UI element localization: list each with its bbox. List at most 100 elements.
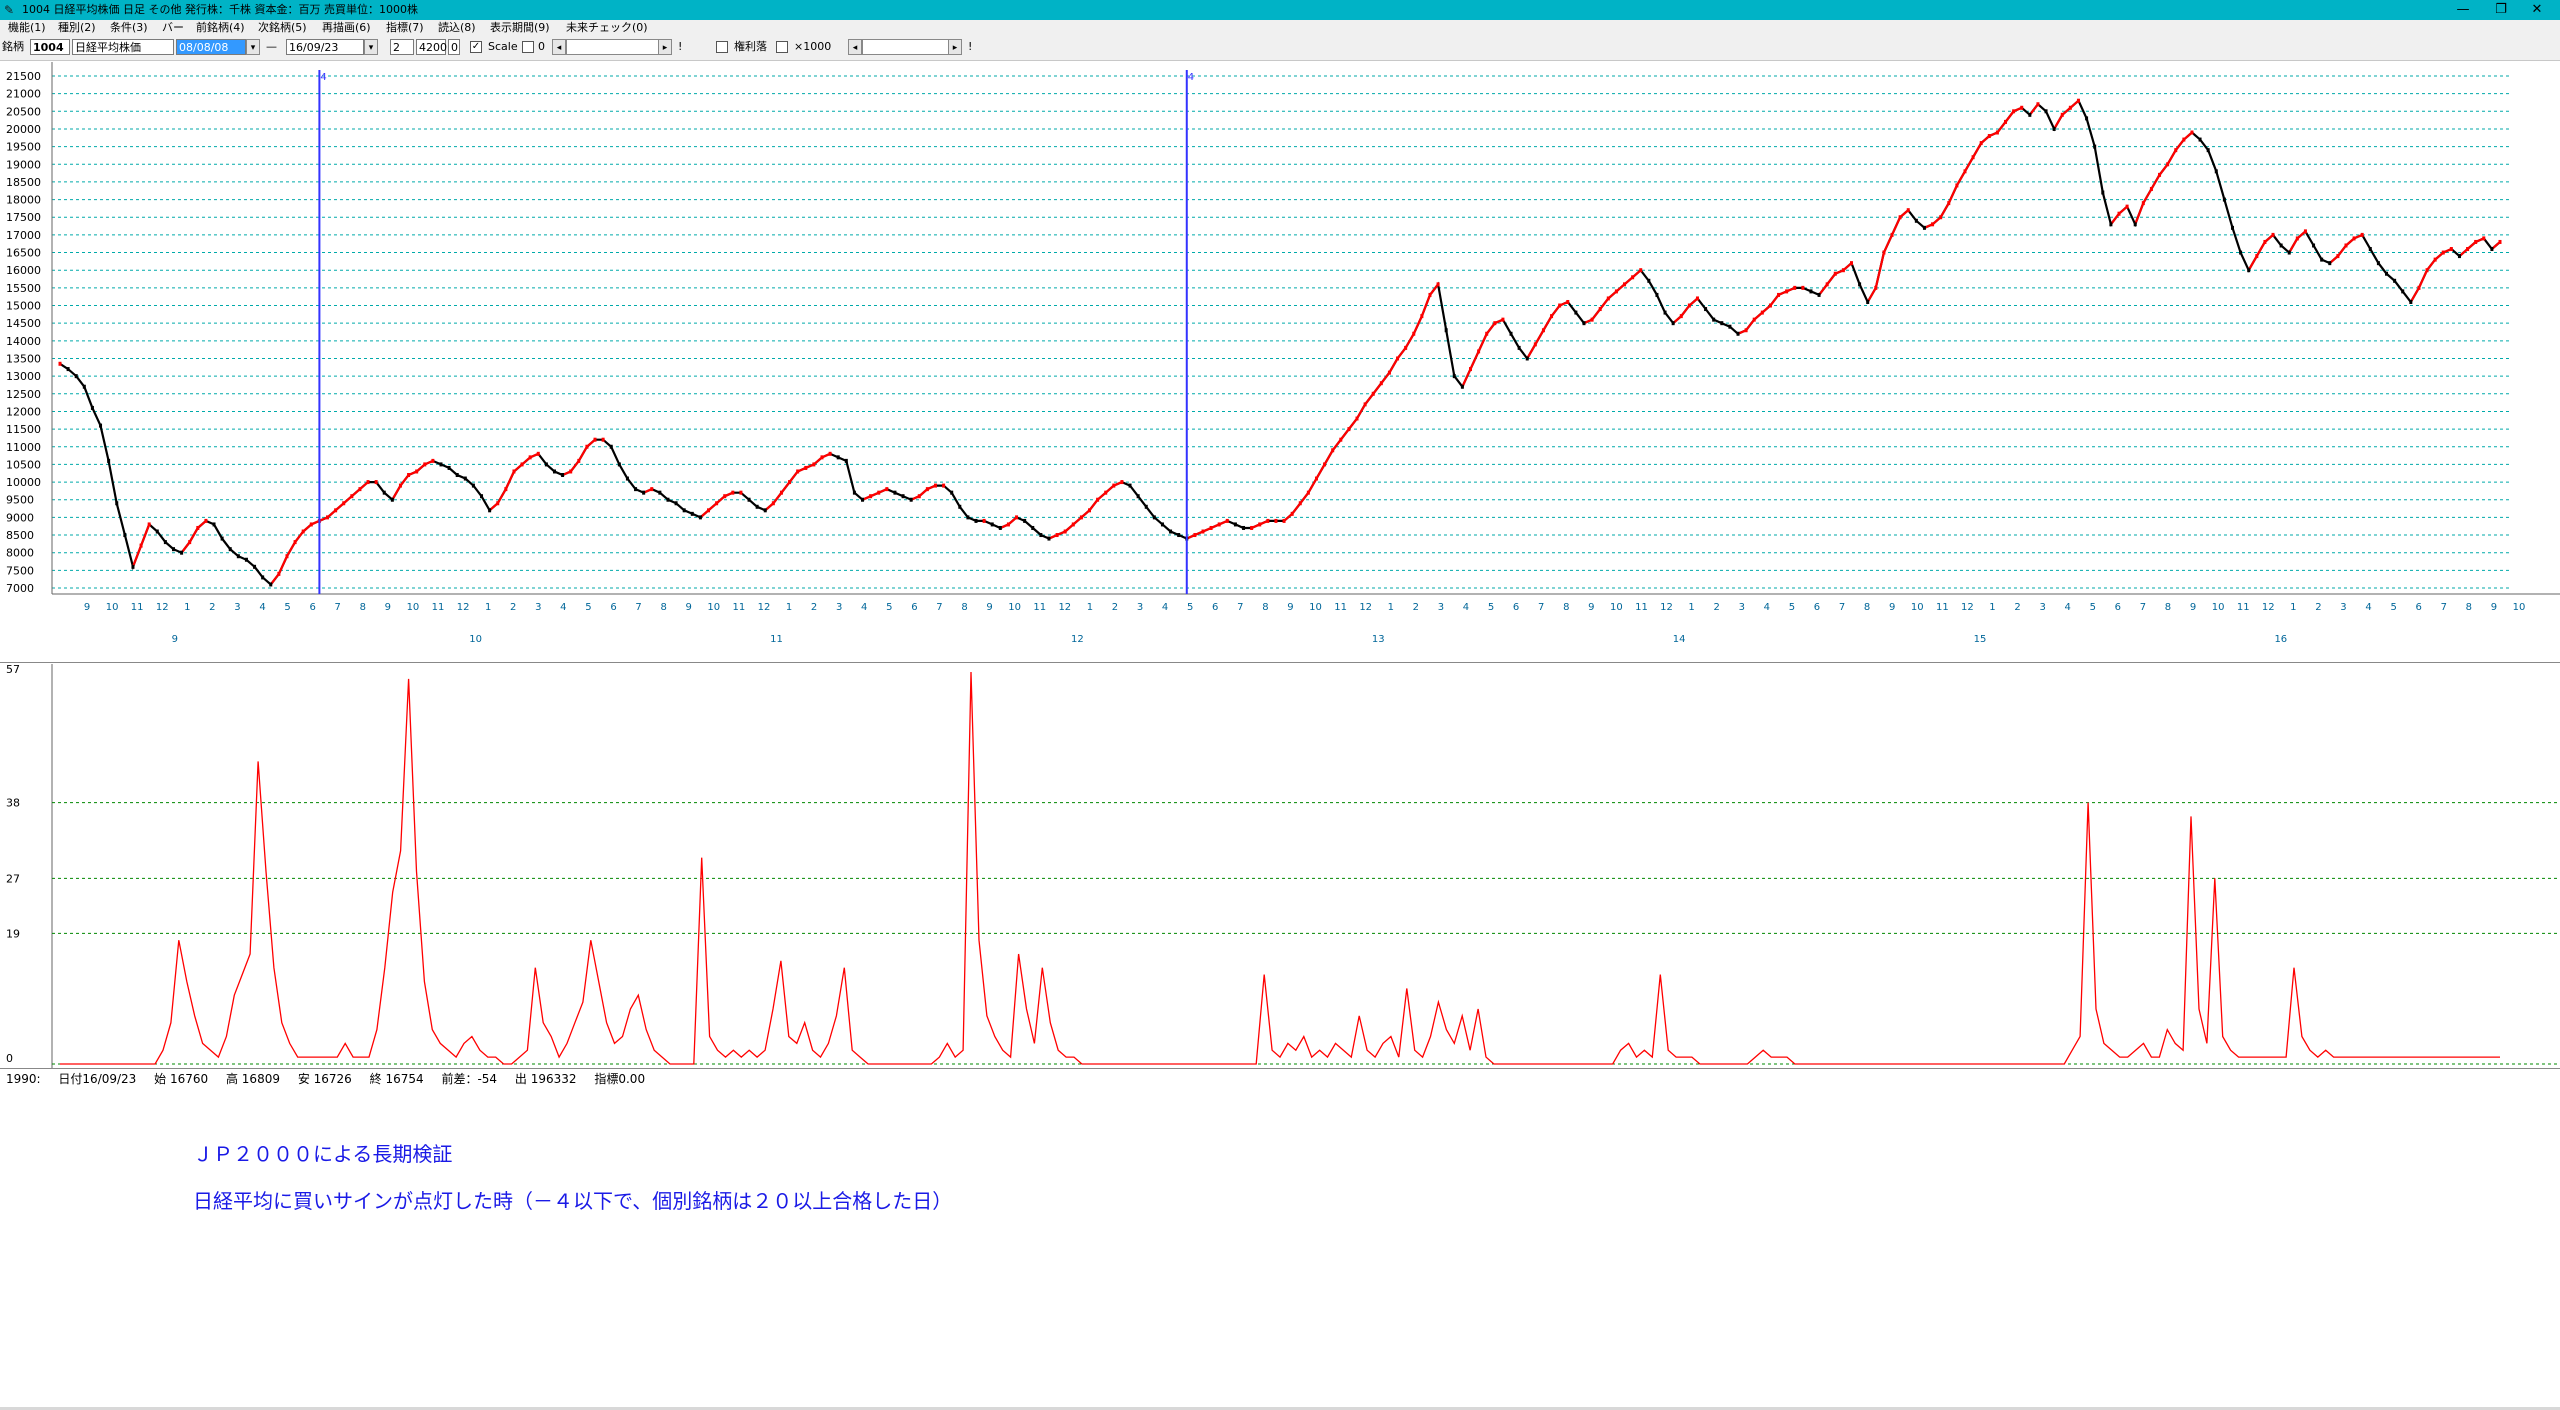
price-x-tick-label: 11 — [1334, 602, 1347, 613]
price-candle — [1404, 345, 1408, 350]
price-x-tick-label: 1 — [1087, 602, 1093, 613]
price-candle — [2466, 247, 2470, 252]
menu-item-type[interactable]: 種別(2) — [58, 20, 96, 36]
price-candle — [2417, 285, 2421, 290]
scrollbar-1[interactable] — [566, 39, 660, 55]
price-candle — [1647, 278, 1651, 283]
end-date-dropdown-icon[interactable]: ▾ — [364, 39, 378, 55]
price-candle — [2360, 232, 2364, 237]
price-y-tick-label: 11500 — [6, 423, 41, 436]
price-up-segment — [2142, 188, 2153, 204]
price-x-tick-label: 8 — [660, 602, 666, 613]
price-candle — [617, 462, 621, 467]
price-up-segment — [1412, 315, 1423, 335]
price-candle — [261, 575, 265, 580]
scale-label: Scale — [488, 40, 518, 53]
price-x-tick-label: 7 — [936, 602, 942, 613]
price-x-tick-label: 10 — [1610, 602, 1623, 613]
param-b-input[interactable]: 4200 — [416, 39, 447, 55]
menu-item-function[interactable]: 機能(1) — [8, 20, 46, 36]
start-date-input[interactable]: 08/08/08 — [176, 39, 246, 55]
menu-item-redraw[interactable]: 再描画(6) — [322, 20, 371, 36]
price-x-tick-label: 3 — [836, 602, 842, 613]
price-candle — [1306, 490, 1310, 495]
param-a-input[interactable]: 2 — [390, 39, 414, 55]
price-up-segment — [286, 541, 297, 557]
price-x-tick-label: 4 — [861, 602, 867, 613]
scale-zero-checkbox[interactable] — [522, 41, 534, 53]
menu-item-indicator[interactable]: 指標(7) — [386, 20, 424, 36]
price-candle — [342, 501, 346, 506]
scroll-left-icon-1[interactable]: ◂ — [552, 39, 566, 55]
price-x-tick-label: 9 — [986, 602, 992, 613]
price-y-tick-label: 20500 — [6, 105, 41, 118]
price-candle — [844, 458, 848, 463]
x1000-checkbox[interactable] — [776, 41, 788, 53]
price-x-tick-label: 11 — [131, 602, 144, 613]
scale-checkbox[interactable]: ✓ — [470, 41, 482, 53]
price-candle — [739, 490, 743, 495]
price-x-tick-label: 2 — [1112, 602, 1118, 613]
price-candle — [2490, 247, 2494, 252]
price-candle — [2174, 148, 2178, 153]
scroll-right-icon-2[interactable]: ▸ — [948, 39, 962, 55]
menu-item-load[interactable]: 読込(8) — [438, 20, 476, 36]
title-bar: ✎ 1004 日経平均株価 日足 その他 発行株：千株 資本金：百万 売買単位：… — [0, 0, 2560, 20]
price-candle — [1152, 515, 1156, 520]
status-line: 1990: 日付16/09/23 始 16760 高 16809 安 16726… — [6, 1070, 659, 1087]
menu-item-condition[interactable]: 条件(3) — [110, 20, 148, 36]
menu-item-future-check[interactable]: 未来チェック(0) — [566, 20, 648, 36]
price-up-segment — [1477, 333, 1488, 352]
price-candle — [1039, 533, 1043, 538]
price-candle — [771, 501, 775, 506]
price-candle — [1979, 141, 1983, 146]
menu-bar: 機能(1) 種別(2) 条件(3) バー 前銘柄(4) 次銘柄(5) 再描画(6… — [0, 20, 2560, 36]
price-candle — [1120, 480, 1124, 485]
price-up-segment — [1307, 477, 1318, 494]
menu-item-next-stock[interactable]: 次銘柄(5) — [258, 20, 307, 36]
price-candle — [244, 557, 248, 562]
price-y-tick-label: 7000 — [6, 582, 34, 595]
scroll-right-icon-1[interactable]: ▸ — [658, 39, 672, 55]
price-x-tick-label: 12 — [156, 602, 169, 613]
scroll-left-icon-2[interactable]: ◂ — [848, 39, 862, 55]
price-y-tick-label: 21500 — [6, 70, 41, 83]
price-candle — [277, 571, 281, 576]
start-date-dropdown-icon[interactable]: ▾ — [246, 39, 260, 55]
price-x-tick-label: 1 — [1388, 602, 1394, 613]
price-x-tick-label: 5 — [284, 602, 290, 613]
price-x-tick-label: 7 — [635, 602, 641, 613]
price-candle — [2368, 247, 2372, 252]
stock-code-input[interactable]: 1004 — [30, 39, 70, 55]
price-year-label: 14 — [1673, 634, 1686, 645]
price-y-tick-label: 9000 — [6, 511, 34, 524]
price-x-tick-label: 10 — [1309, 602, 1322, 613]
menu-item-bar[interactable]: バー — [162, 20, 184, 36]
price-x-tick-label: 12 — [2262, 602, 2275, 613]
price-candle — [2457, 254, 2461, 259]
price-candle — [480, 494, 484, 499]
price-candle — [2190, 130, 2194, 135]
price-candle — [2287, 250, 2291, 255]
menu-item-display-period[interactable]: 表示期間(9) — [490, 20, 550, 36]
price-candle — [796, 469, 800, 474]
price-candle — [2303, 229, 2307, 234]
status-index: 指標0.00 — [594, 1072, 646, 1086]
end-date-input[interactable]: 16/09/23 — [286, 39, 364, 55]
param-c-input[interactable]: 0 — [448, 39, 460, 55]
scrollbar-2[interactable] — [862, 39, 950, 55]
close-button[interactable]: ✕ — [2514, 0, 2560, 20]
price-candle — [2101, 190, 2105, 195]
price-candle — [1825, 282, 1829, 287]
price-candle — [1801, 285, 1805, 290]
price-candle — [1493, 321, 1497, 326]
price-candle — [382, 490, 386, 495]
price-candle — [147, 522, 151, 527]
menu-item-prev-stock[interactable]: 前銘柄(4) — [196, 20, 245, 36]
price-candle — [374, 480, 378, 485]
price-y-tick-label: 14500 — [6, 317, 41, 330]
price-x-tick-label: 11 — [1033, 602, 1046, 613]
price-candle — [220, 536, 224, 541]
price-candle — [2222, 197, 2226, 202]
rights-checkbox[interactable] — [716, 41, 728, 53]
